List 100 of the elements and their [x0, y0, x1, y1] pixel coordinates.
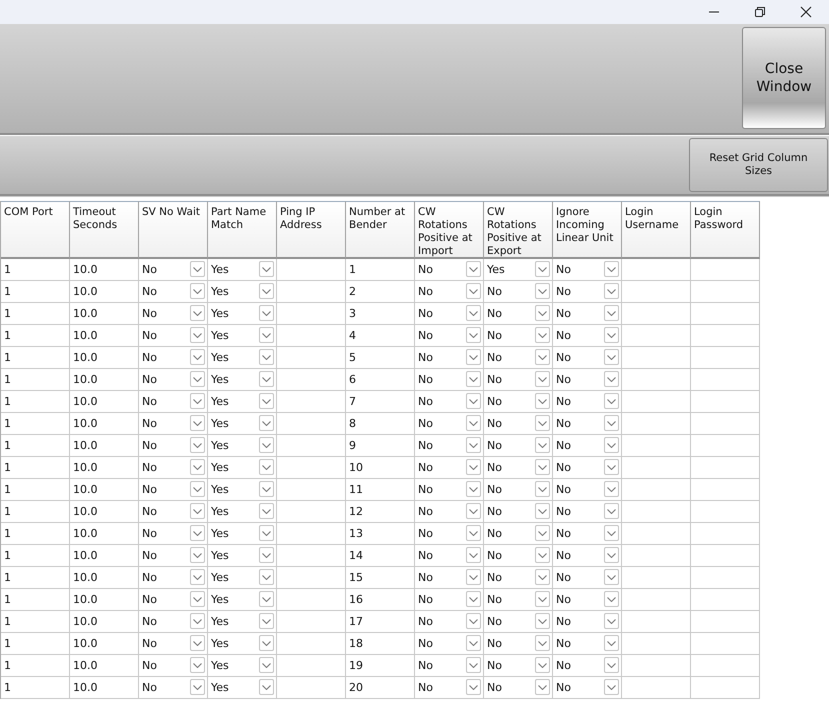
dropdown-field[interactable]: No	[415, 501, 484, 523]
dropdown-button[interactable]	[259, 393, 274, 409]
dropdown-button[interactable]	[535, 349, 550, 365]
dropdown-field[interactable]: No	[415, 435, 484, 457]
dropdown-field[interactable]: No	[553, 479, 622, 501]
dropdown-field[interactable]: No	[415, 369, 484, 391]
dropdown-field[interactable]: No	[484, 567, 553, 589]
dropdown-button[interactable]	[535, 481, 550, 497]
dropdown-field[interactable]: Yes	[208, 303, 277, 325]
dropdown-button[interactable]	[259, 371, 274, 387]
dropdown-button[interactable]	[259, 349, 274, 365]
dropdown-field[interactable]: No	[139, 435, 208, 457]
dropdown-button[interactable]	[535, 283, 550, 299]
dropdown-button[interactable]	[259, 459, 274, 475]
dropdown-field[interactable]: No	[139, 611, 208, 633]
dropdown-field[interactable]: No	[553, 655, 622, 677]
dropdown-button[interactable]	[535, 547, 550, 563]
dropdown-field[interactable]: No	[484, 545, 553, 567]
dropdown-field[interactable]: No	[484, 347, 553, 369]
dropdown-field[interactable]: No	[484, 677, 553, 699]
dropdown-field[interactable]: No	[553, 677, 622, 699]
dropdown-button[interactable]	[259, 547, 274, 563]
dropdown-field[interactable]: No	[139, 589, 208, 611]
dropdown-field[interactable]: No	[553, 325, 622, 347]
dropdown-field[interactable]: No	[139, 259, 208, 281]
dropdown-button[interactable]	[466, 261, 481, 277]
dropdown-field[interactable]: No	[553, 413, 622, 435]
dropdown-button[interactable]	[604, 415, 619, 431]
dropdown-button[interactable]	[259, 481, 274, 497]
dropdown-field[interactable]: No	[139, 457, 208, 479]
dropdown-button[interactable]	[466, 613, 481, 629]
dropdown-button[interactable]	[604, 261, 619, 277]
dropdown-button[interactable]	[190, 261, 205, 277]
dropdown-field[interactable]: No	[415, 281, 484, 303]
dropdown-field[interactable]: Yes	[208, 501, 277, 523]
dropdown-field[interactable]: Yes	[208, 677, 277, 699]
dropdown-button[interactable]	[604, 569, 619, 585]
dropdown-button[interactable]	[466, 371, 481, 387]
dropdown-button[interactable]	[259, 635, 274, 651]
dropdown-button[interactable]	[604, 371, 619, 387]
dropdown-button[interactable]	[190, 437, 205, 453]
dropdown-field[interactable]: Yes	[208, 457, 277, 479]
dropdown-field[interactable]: Yes	[208, 633, 277, 655]
dropdown-field[interactable]: No	[484, 391, 553, 413]
dropdown-button[interactable]	[604, 305, 619, 321]
dropdown-button[interactable]	[604, 679, 619, 695]
dropdown-field[interactable]: No	[139, 369, 208, 391]
dropdown-button[interactable]	[190, 613, 205, 629]
dropdown-button[interactable]	[535, 679, 550, 695]
dropdown-button[interactable]	[535, 525, 550, 541]
dropdown-field[interactable]: No	[553, 457, 622, 479]
dropdown-button[interactable]	[259, 569, 274, 585]
dropdown-button[interactable]	[466, 591, 481, 607]
dropdown-button[interactable]	[604, 459, 619, 475]
dropdown-field[interactable]: No	[484, 479, 553, 501]
dropdown-field[interactable]: No	[139, 303, 208, 325]
dropdown-field[interactable]: Yes	[208, 435, 277, 457]
dropdown-button[interactable]	[466, 525, 481, 541]
dropdown-button[interactable]	[535, 635, 550, 651]
dropdown-button[interactable]	[535, 415, 550, 431]
dropdown-field[interactable]: Yes	[208, 259, 277, 281]
dropdown-button[interactable]	[466, 415, 481, 431]
dropdown-button[interactable]	[190, 305, 205, 321]
dropdown-button[interactable]	[535, 613, 550, 629]
dropdown-field[interactable]: No	[139, 501, 208, 523]
dropdown-button[interactable]	[190, 525, 205, 541]
dropdown-field[interactable]: No	[553, 523, 622, 545]
dropdown-button[interactable]	[466, 635, 481, 651]
dropdown-button[interactable]	[604, 481, 619, 497]
dropdown-button[interactable]	[535, 371, 550, 387]
dropdown-field[interactable]: No	[415, 325, 484, 347]
dropdown-button[interactable]	[466, 481, 481, 497]
dropdown-button[interactable]	[190, 283, 205, 299]
dropdown-button[interactable]	[535, 437, 550, 453]
dropdown-field[interactable]: Yes	[208, 589, 277, 611]
dropdown-button[interactable]	[466, 305, 481, 321]
dropdown-button[interactable]	[259, 657, 274, 673]
dropdown-field[interactable]: No	[139, 633, 208, 655]
dropdown-field[interactable]: No	[139, 545, 208, 567]
dropdown-field[interactable]: No	[139, 523, 208, 545]
dropdown-field[interactable]: No	[484, 435, 553, 457]
dropdown-button[interactable]	[190, 679, 205, 695]
dropdown-field[interactable]: No	[553, 567, 622, 589]
dropdown-field[interactable]: No	[484, 303, 553, 325]
dropdown-field[interactable]: No	[484, 633, 553, 655]
dropdown-field[interactable]: No	[484, 589, 553, 611]
dropdown-button[interactable]	[190, 547, 205, 563]
dropdown-button[interactable]	[466, 349, 481, 365]
dropdown-button[interactable]	[466, 569, 481, 585]
dropdown-field[interactable]: No	[415, 567, 484, 589]
dropdown-button[interactable]	[604, 503, 619, 519]
dropdown-button[interactable]	[604, 437, 619, 453]
dropdown-button[interactable]	[466, 393, 481, 409]
dropdown-button[interactable]	[604, 657, 619, 673]
dropdown-button[interactable]	[190, 481, 205, 497]
dropdown-button[interactable]	[535, 327, 550, 343]
dropdown-field[interactable]: No	[484, 611, 553, 633]
dropdown-field[interactable]: Yes	[208, 479, 277, 501]
dropdown-field[interactable]: Yes	[208, 413, 277, 435]
dropdown-field[interactable]: Yes	[484, 259, 553, 281]
